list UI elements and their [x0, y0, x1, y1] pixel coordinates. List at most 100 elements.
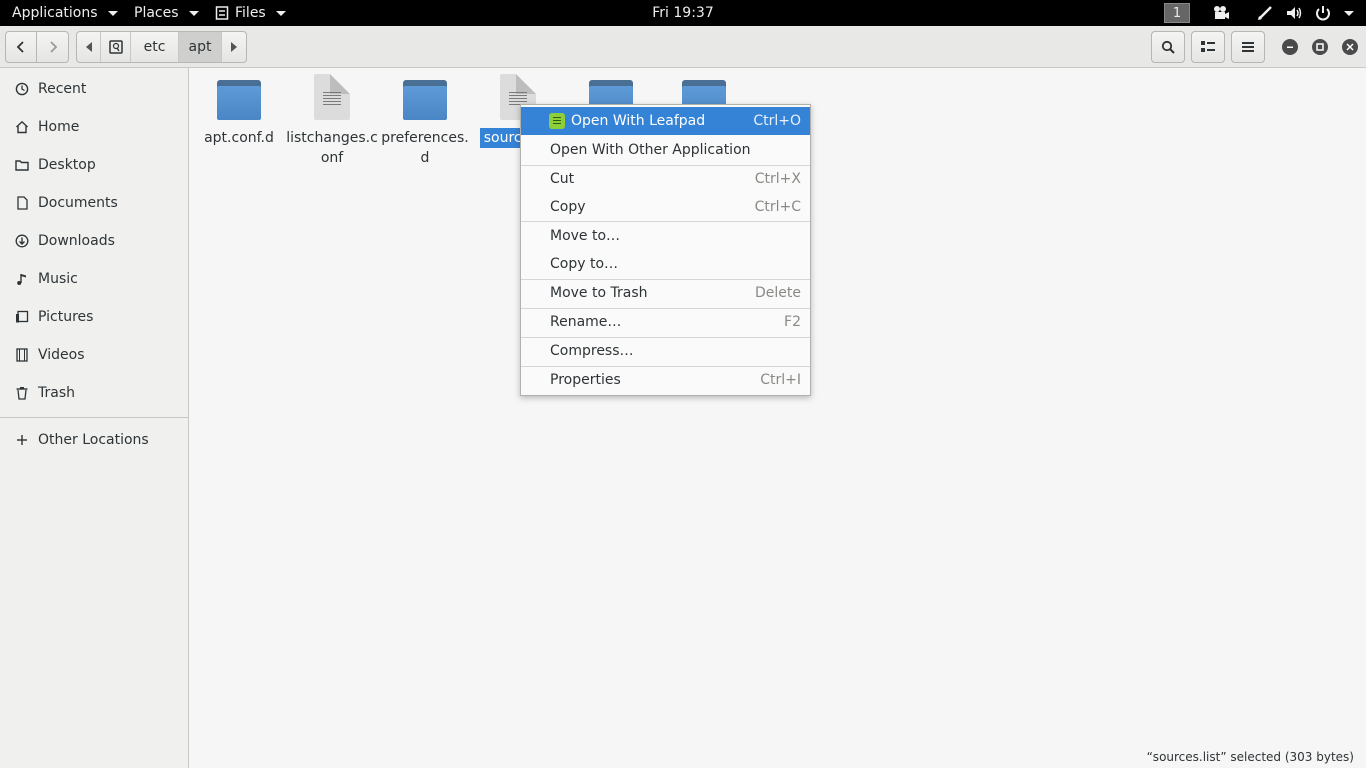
path-bar: etc apt: [76, 31, 247, 63]
menu-item-move-to-trash[interactable]: Move to Trash Delete: [521, 279, 810, 307]
video-camera-icon[interactable]: [1212, 4, 1230, 22]
drive-icon: [108, 40, 123, 54]
menu-item-label: Copy to…: [550, 256, 619, 272]
file-item-listchanges-conf[interactable]: listchanges.conf: [285, 74, 379, 168]
menu-item-label: Move to Trash: [550, 285, 648, 301]
applications-menu[interactable]: Applications: [12, 0, 118, 26]
menu-item-label: Move to…: [550, 228, 621, 244]
text-file-icon: [308, 74, 356, 122]
sidebar-item-pictures[interactable]: Pictures: [0, 299, 188, 335]
sidebar-item-trash[interactable]: Trash: [0, 375, 188, 411]
menu-item-shortcut: Ctrl+I: [760, 372, 801, 388]
search-button[interactable]: [1151, 31, 1185, 63]
chevron-right-icon: [49, 41, 57, 53]
sidebar-item-music[interactable]: Music: [0, 261, 188, 297]
menu-item-label: Copy: [550, 199, 586, 215]
sidebar-item-label: Documents: [38, 195, 118, 211]
chevron-left-icon: [16, 41, 24, 53]
header-bar: etc apt: [0, 26, 1366, 68]
path-scroll-left-button[interactable]: [77, 32, 101, 62]
download-icon: [14, 233, 30, 249]
menu-item-rename[interactable]: Rename… F2: [521, 308, 810, 336]
volume-icon[interactable]: [1285, 4, 1303, 22]
sidebar-item-documents[interactable]: Documents: [0, 185, 188, 221]
menu-item-compress[interactable]: Compress…: [521, 337, 810, 365]
sidebar-item-label: Videos: [38, 347, 85, 363]
workspace-indicator[interactable]: 1: [1164, 3, 1190, 23]
clock-icon: [14, 81, 30, 97]
menu-item-copy-to[interactable]: Copy to…: [521, 250, 810, 278]
menu-item-shortcut: Ctrl+C: [754, 199, 801, 215]
context-menu: Open With Leafpad Ctrl+O Open With Other…: [520, 104, 811, 396]
menu-item-properties[interactable]: Properties Ctrl+I: [521, 366, 810, 394]
music-icon: [14, 271, 30, 287]
path-scroll-right-button[interactable]: [222, 32, 246, 62]
close-button[interactable]: [1342, 39, 1358, 55]
sidebar-item-recent[interactable]: Recent: [0, 71, 188, 107]
power-icon[interactable]: [1314, 4, 1332, 22]
menu-item-cut[interactable]: Cut Ctrl+X: [521, 165, 810, 193]
file-name: listchanges.conf: [286, 130, 378, 166]
menu-item-open-with-other[interactable]: Open With Other Application: [521, 136, 810, 164]
sidebar-item-label: Recent: [38, 81, 87, 97]
folder-icon: [14, 157, 30, 173]
files-app-menu[interactable]: Files: [215, 0, 286, 26]
forward-button[interactable]: [36, 31, 69, 63]
system-menu-chevron-icon[interactable]: [1344, 11, 1354, 16]
path-segment-etc[interactable]: etc: [131, 32, 179, 62]
path-segment-apt[interactable]: apt: [179, 32, 222, 62]
menu-item-label: Rename…: [550, 314, 622, 330]
view-toggle-button[interactable]: [1191, 31, 1225, 63]
status-bar: “sources.list” selected (303 bytes): [1146, 750, 1354, 764]
triangle-right-icon: [231, 42, 237, 52]
menu-item-copy[interactable]: Copy Ctrl+C: [521, 193, 810, 221]
places-menu[interactable]: Places: [134, 0, 199, 26]
maximize-button[interactable]: [1312, 39, 1328, 55]
hamburger-icon: [1242, 42, 1254, 52]
folder-icon: [215, 74, 263, 122]
menu-item-label: Open With Other Application: [550, 142, 751, 158]
triangle-left-icon: [85, 42, 92, 52]
video-icon: [14, 347, 30, 363]
sidebar-item-label: Desktop: [38, 157, 96, 173]
home-icon: [14, 119, 30, 135]
trash-icon: [14, 385, 30, 401]
sidebar-item-other-locations[interactable]: Other Locations: [0, 422, 188, 458]
path-root-button[interactable]: [101, 32, 131, 62]
sidebar-item-label: Home: [38, 119, 80, 135]
places-label: Places: [134, 5, 179, 21]
menu-item-open-with-leafpad[interactable]: Open With Leafpad Ctrl+O: [521, 107, 810, 135]
folder-icon: [401, 74, 449, 122]
sidebar-item-label: Music: [38, 271, 78, 287]
menu-item-label: Open With Leafpad: [571, 113, 706, 129]
menu-button[interactable]: [1231, 31, 1265, 63]
menu-item-shortcut: F2: [784, 314, 801, 330]
leafpad-icon: [549, 113, 565, 129]
sidebar-item-label: Trash: [38, 385, 75, 401]
plus-icon: [14, 432, 30, 448]
menu-item-label: Compress…: [550, 343, 634, 359]
close-icon: [1346, 43, 1354, 51]
sidebar-item-desktop[interactable]: Desktop: [0, 147, 188, 183]
menu-item-label: Properties: [550, 372, 621, 388]
sidebar-item-videos[interactable]: Videos: [0, 337, 188, 373]
back-button[interactable]: [5, 31, 37, 63]
menu-item-shortcut: Delete: [755, 285, 801, 301]
clock[interactable]: Fri 19:37: [0, 0, 1366, 26]
chevron-down-icon: [188, 10, 199, 16]
document-icon: [14, 195, 30, 211]
minimize-button[interactable]: [1282, 39, 1298, 55]
file-item-preferences-d[interactable]: preferences.d: [378, 74, 472, 168]
applications-label: Applications: [12, 5, 98, 21]
file-name: apt.conf.d: [204, 130, 274, 146]
pen-icon[interactable]: [1256, 4, 1274, 22]
menu-item-move-to[interactable]: Move to…: [521, 222, 810, 250]
maximize-icon: [1316, 43, 1324, 51]
sidebar-item-downloads[interactable]: Downloads: [0, 223, 188, 259]
sidebar-item-label: Pictures: [38, 309, 94, 325]
sidebar-divider: [0, 417, 188, 418]
sidebar-item-home[interactable]: Home: [0, 109, 188, 145]
top-bar: Applications Places Files Fri 19:37 1: [0, 0, 1366, 26]
file-item-apt-conf-d[interactable]: apt.conf.d: [192, 74, 286, 148]
files-label: Files: [235, 5, 266, 21]
